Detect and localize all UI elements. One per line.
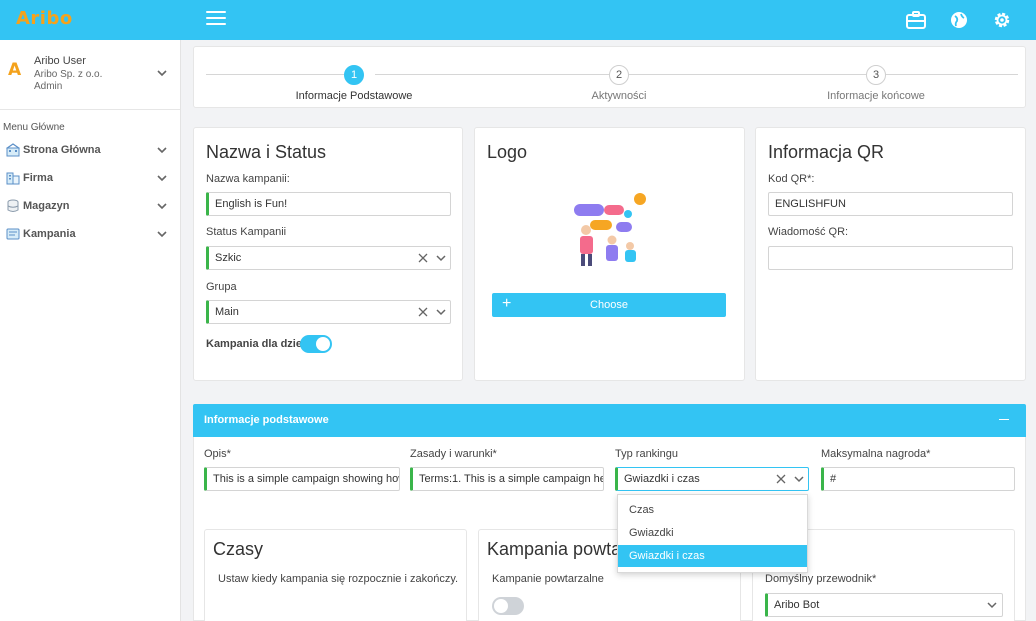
clear-icon[interactable] — [417, 306, 429, 318]
chevron-down-icon[interactable] — [435, 307, 447, 317]
status-select[interactable]: Szkic — [206, 246, 451, 270]
step-label-1: Informacje Podstawowe — [295, 90, 413, 102]
avatar: A — [8, 60, 22, 80]
card-title: Informacja QR — [768, 142, 885, 162]
campaign-name-label: Nazwa kampanii: — [206, 173, 290, 185]
dropdown-option[interactable]: Gwiazdki — [618, 522, 807, 544]
qr-code-input[interactable]: ENGLISHFUN — [768, 192, 1013, 216]
campaign-name-input[interactable]: English is Fun! — [206, 192, 451, 216]
card-title: Nazwa i Status — [206, 142, 327, 162]
step-1[interactable]: 1 — [344, 65, 364, 85]
menu-icon[interactable] — [206, 11, 226, 27]
sidebar-item-campaign[interactable]: Kampania — [0, 224, 180, 246]
repeat-toggle-label: Kampanie powtarzalne — [492, 573, 604, 585]
chevron-down-icon[interactable] — [156, 173, 168, 183]
repeat-campaign-toggle[interactable] — [492, 597, 524, 615]
sidebar-item-label: Strona Główna — [23, 144, 101, 156]
max-reward-input[interactable]: # — [821, 467, 1015, 491]
step-connector — [206, 74, 344, 75]
sidebar-item-label: Kampania — [23, 228, 76, 240]
ranking-dropdown: Czas Gwiazdki Gwiazdki i czas — [617, 494, 808, 573]
ranking-value: Gwiazdki i czas — [624, 473, 700, 485]
card-title: Kampania powta — [487, 539, 622, 559]
gear-icon[interactable] — [991, 9, 1013, 31]
qr-card: Informacja QR Kod QR*: ENGLISHFUN Wiadom… — [755, 127, 1026, 381]
step-3[interactable]: 3 — [866, 65, 886, 85]
globe-icon[interactable] — [948, 9, 970, 31]
chevron-down-icon[interactable] — [156, 145, 168, 155]
user-company: Aribo Sp. z o.o. — [34, 69, 103, 80]
name-status-card: Nazwa i Status Nazwa kampanii: English i… — [193, 127, 463, 381]
description-label: Opis* — [204, 448, 231, 460]
card-title: Czasy — [213, 539, 264, 559]
terms-input[interactable]: Terms:1. This is a simple campaign helpi… — [410, 467, 604, 491]
panel-title: Informacje podstawowe — [204, 414, 329, 426]
sidebar-item-warehouse[interactable]: Magazyn — [0, 196, 180, 218]
logo-card: Logo + Choose — [474, 127, 745, 381]
menu-title: Menu Główne — [3, 122, 65, 133]
status-value: Szkic — [215, 252, 242, 264]
sidebar: A Aribo User Aribo Sp. z o.o. Admin Menu… — [0, 40, 181, 621]
clear-icon[interactable] — [775, 473, 787, 485]
dropdown-option-selected[interactable]: Gwiazdki i czas — [618, 545, 807, 567]
chevron-down-icon[interactable] — [156, 229, 168, 239]
qr-code-label: Kod QR*: — [768, 173, 815, 185]
top-bar: Aribo — [0, 0, 1036, 40]
collapse-icon[interactable] — [999, 419, 1009, 420]
chevron-down-icon[interactable] — [435, 253, 447, 263]
default-guide-select[interactable]: Aribo Bot — [765, 593, 1003, 617]
dropdown-option[interactable]: Czas — [618, 499, 807, 521]
basic-info-panel: Opis* This is a simple campaign showing … — [193, 437, 1026, 621]
chevron-down-icon[interactable] — [156, 201, 168, 211]
building-icon — [6, 172, 20, 185]
app-logo[interactable]: Aribo — [16, 8, 73, 29]
chevron-down-icon[interactable] — [793, 474, 805, 484]
default-guide-value: Aribo Bot — [774, 599, 820, 611]
campaign-logo-image[interactable] — [568, 188, 650, 270]
times-card: Czasy Ustaw kiedy kampania się rozpoczni… — [204, 529, 467, 621]
sidebar-item-label: Firma — [23, 172, 53, 184]
step-label-2: Aktywności — [591, 90, 647, 102]
chevron-down-icon[interactable] — [156, 68, 168, 78]
max-reward-label: Maksymalna nagroda* — [821, 448, 931, 460]
ranking-select[interactable]: Gwiazdki i czas — [615, 467, 809, 491]
choose-logo-button[interactable]: + Choose — [492, 293, 726, 317]
basic-info-panel-header[interactable]: Informacje podstawowe — [193, 404, 1026, 437]
ranking-label: Typ rankingu — [615, 448, 678, 460]
group-label: Grupa — [206, 281, 237, 293]
group-select[interactable]: Main — [206, 300, 451, 324]
wizard-stepper: 1 2 3 Informacje Podstawowe Aktywności I… — [193, 46, 1026, 108]
step-connector — [629, 74, 866, 75]
kids-campaign-toggle[interactable] — [300, 335, 332, 353]
card-title: Logo — [487, 142, 528, 162]
chevron-down-icon[interactable] — [986, 600, 998, 610]
campaign-icon — [6, 228, 20, 240]
step-2[interactable]: 2 — [609, 65, 629, 85]
description-input[interactable]: This is a simple campaign showing how A — [204, 467, 400, 491]
default-guide-label: Domyślny przewodnik* — [765, 573, 877, 585]
group-value: Main — [215, 306, 239, 318]
step-connector — [375, 74, 609, 75]
step-connector — [886, 74, 1018, 75]
database-icon — [7, 199, 19, 212]
terms-label: Zasady i warunki* — [410, 448, 497, 460]
times-description: Ustaw kiedy kampania się rozpocznie i za… — [218, 573, 459, 585]
user-name: Aribo User — [34, 55, 86, 67]
sidebar-item-home[interactable]: Strona Główna — [0, 140, 180, 162]
user-profile[interactable]: A Aribo User Aribo Sp. z o.o. Admin — [0, 40, 180, 110]
qr-message-input[interactable] — [768, 246, 1013, 270]
user-role: Admin — [34, 81, 63, 92]
step-label-3: Informacje końcowe — [827, 90, 925, 102]
status-label: Status Kampanii — [206, 226, 287, 238]
qr-message-label: Wiadomość QR: — [768, 226, 849, 238]
briefcase-icon[interactable] — [905, 9, 927, 31]
sidebar-item-firm[interactable]: Firma — [0, 168, 180, 190]
kids-campaign-label: Kampania dla dzieci — [206, 338, 312, 350]
home-icon — [6, 143, 20, 157]
clear-icon[interactable] — [417, 252, 429, 264]
sidebar-item-label: Magazyn — [23, 200, 70, 212]
